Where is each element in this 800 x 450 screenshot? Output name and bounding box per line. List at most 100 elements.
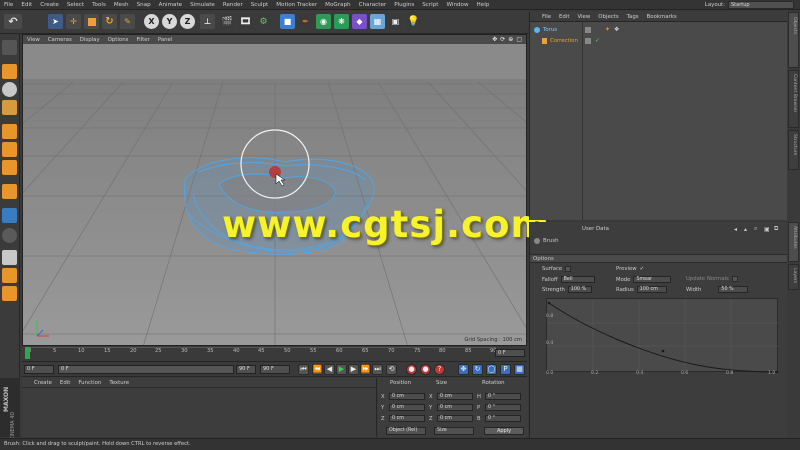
enable-axis-icon[interactable]	[2, 184, 17, 199]
rotate-tool-icon[interactable]: ↻	[102, 14, 117, 29]
menu-mograph[interactable]: MoGraph	[321, 2, 354, 8]
scale-tool-icon[interactable]	[84, 14, 99, 29]
make-editable-icon[interactable]	[2, 40, 17, 55]
enabled-check-icon[interactable]: ✓	[595, 37, 600, 44]
om-menu-edit[interactable]: Edit	[555, 14, 573, 20]
om-menu-tags[interactable]: Tags	[623, 14, 643, 20]
menu-tools[interactable]: Tools	[88, 2, 110, 8]
menu-character[interactable]: Character	[355, 2, 391, 8]
menu-sculpt[interactable]: Sculpt	[247, 2, 272, 8]
render-view-icon[interactable]: 🎬	[220, 14, 235, 29]
menu-snap[interactable]: Snap	[133, 2, 155, 8]
axis-z-button[interactable]: Z	[180, 14, 195, 29]
nurbs-icon[interactable]: ◉	[316, 14, 331, 29]
timeline-ruler[interactable]: 0 5 10 15 20 25 30 35 40 45 50 55 60 65 …	[22, 346, 527, 362]
new-window-icon[interactable]: ⧉	[774, 225, 778, 233]
lock-icon[interactable]: ▣	[764, 226, 770, 233]
coord-rot-h-field[interactable]: 0 °	[485, 393, 521, 400]
model-mode-icon[interactable]	[2, 64, 17, 79]
frame-range-slider[interactable]: 0 F	[58, 365, 234, 374]
environment-icon[interactable]: ▦	[370, 14, 385, 29]
strength-field[interactable]: 100 %	[567, 286, 592, 293]
coord-rot-p-field[interactable]: 0 °	[485, 404, 521, 411]
mode-select[interactable]: Smear	[633, 276, 672, 283]
start-frame-field[interactable]: 0 F	[24, 365, 54, 374]
coord-mode-select[interactable]: Object (Rel)	[386, 427, 426, 435]
coord-rot-b-field[interactable]: 0 °	[485, 415, 521, 422]
perspective-viewport[interactable]: View Cameras Display Options Filter Pane…	[22, 34, 527, 346]
tab-objects[interactable]: Objects	[788, 12, 799, 68]
go-to-start-icon[interactable]: ⏮	[298, 364, 309, 375]
nav-up-icon[interactable]: ▴	[744, 226, 747, 233]
menu-simulate[interactable]: Simulate	[186, 2, 219, 8]
menu-mesh[interactable]: Mesh	[110, 2, 133, 8]
phong-tag-icon[interactable]: ❖	[614, 26, 619, 33]
material-menu-texture[interactable]: Texture	[105, 380, 133, 386]
menu-render[interactable]: Render	[219, 2, 247, 8]
axis-x-button[interactable]: X	[144, 14, 159, 29]
viewport-menu-view[interactable]: View	[23, 37, 44, 43]
viewport-menu-display[interactable]: Display	[76, 37, 104, 43]
tab-layers[interactable]: Layers	[788, 264, 799, 290]
render-picture-icon[interactable]: 🎞	[238, 14, 253, 29]
next-key-icon[interactable]: ⏩	[360, 364, 371, 375]
timeline-playhead[interactable]	[25, 347, 30, 359]
coord-size-y-field[interactable]: 0 cm	[437, 404, 473, 411]
lock-workplane-icon[interactable]	[2, 268, 17, 283]
menu-edit[interactable]: Edit	[17, 2, 36, 8]
light-icon[interactable]: 💡	[406, 14, 421, 29]
texture-mode-icon[interactable]	[2, 82, 17, 97]
apply-button[interactable]: Apply	[484, 427, 524, 435]
scale-key-icon[interactable]: ◯	[486, 364, 497, 375]
layout-select[interactable]: Startup	[728, 1, 794, 9]
zoom-view-icon[interactable]: ⊕	[508, 36, 513, 43]
edges-mode-icon[interactable]	[2, 142, 17, 157]
om-menu-file[interactable]: File	[538, 14, 555, 20]
magnet-icon[interactable]	[2, 250, 17, 265]
prev-frame-icon[interactable]: ◀	[324, 364, 335, 375]
width-field[interactable]: 50 %	[718, 286, 749, 293]
coordinate-system-icon[interactable]: ⊥	[200, 14, 215, 29]
rotate-view-icon[interactable]: ⟳	[500, 36, 505, 43]
polygons-mode-icon[interactable]	[2, 160, 17, 175]
menu-window[interactable]: Window	[442, 2, 472, 8]
coord-size-z-field[interactable]: 0 cm	[437, 415, 473, 422]
update-normals-checkbox[interactable]	[731, 276, 738, 282]
tweak-mode-icon[interactable]	[2, 208, 17, 223]
menu-help[interactable]: Help	[473, 2, 494, 8]
pla-key-icon[interactable]: ▦	[514, 364, 525, 375]
material-menu-edit[interactable]: Edit	[56, 380, 74, 386]
deformer-icon[interactable]: ◆	[352, 14, 367, 29]
nav-back-icon[interactable]: ◂	[734, 226, 737, 233]
menu-create[interactable]: Create	[36, 2, 63, 8]
param-key-icon[interactable]: P	[500, 364, 511, 375]
maximize-view-icon[interactable]: ▢	[516, 36, 522, 43]
workplane-lock-icon[interactable]	[2, 286, 17, 301]
snap-icon[interactable]	[2, 228, 17, 243]
viewport-menu-filter[interactable]: Filter	[132, 37, 153, 43]
move-tool-icon[interactable]: ✛	[66, 14, 81, 29]
record-keys-icon[interactable]: ●	[406, 364, 417, 375]
object-row-torus[interactable]: Torus ✦ ❖	[530, 25, 787, 34]
visibility-dots-icon[interactable]	[585, 37, 591, 44]
user-data-label[interactable]: User Data	[582, 226, 609, 232]
move-key-icon[interactable]: ✥	[458, 364, 469, 375]
current-frame-field[interactable]: 0 F	[495, 349, 525, 357]
recent-tool-icon[interactable]: ✎	[120, 14, 135, 29]
coord-size-x-field[interactable]: 0 cm	[437, 393, 473, 400]
falloff-curve-graph[interactable]	[546, 298, 779, 373]
tab-content-browser[interactable]: Content Browser	[788, 70, 799, 128]
tab-attributes[interactable]: Attributes	[788, 222, 799, 262]
coord-size-select[interactable]: Size	[434, 427, 474, 435]
om-menu-view[interactable]: View	[573, 14, 594, 20]
menu-file[interactable]: File	[0, 2, 17, 8]
loop-icon[interactable]: ⟲	[386, 364, 397, 375]
coord-pos-y-field[interactable]: 0 cm	[389, 404, 425, 411]
cube-object-icon[interactable]: ■	[280, 14, 295, 29]
play-icon[interactable]: ▶	[336, 364, 347, 375]
menu-animate[interactable]: Animate	[155, 2, 186, 8]
object-row-correction[interactable]: Correction ✓	[530, 36, 787, 45]
select-arrow-icon[interactable]: ➤	[48, 14, 63, 29]
next-frame-icon[interactable]: ▶	[348, 364, 359, 375]
coord-pos-z-field[interactable]: 0 cm	[389, 415, 425, 422]
